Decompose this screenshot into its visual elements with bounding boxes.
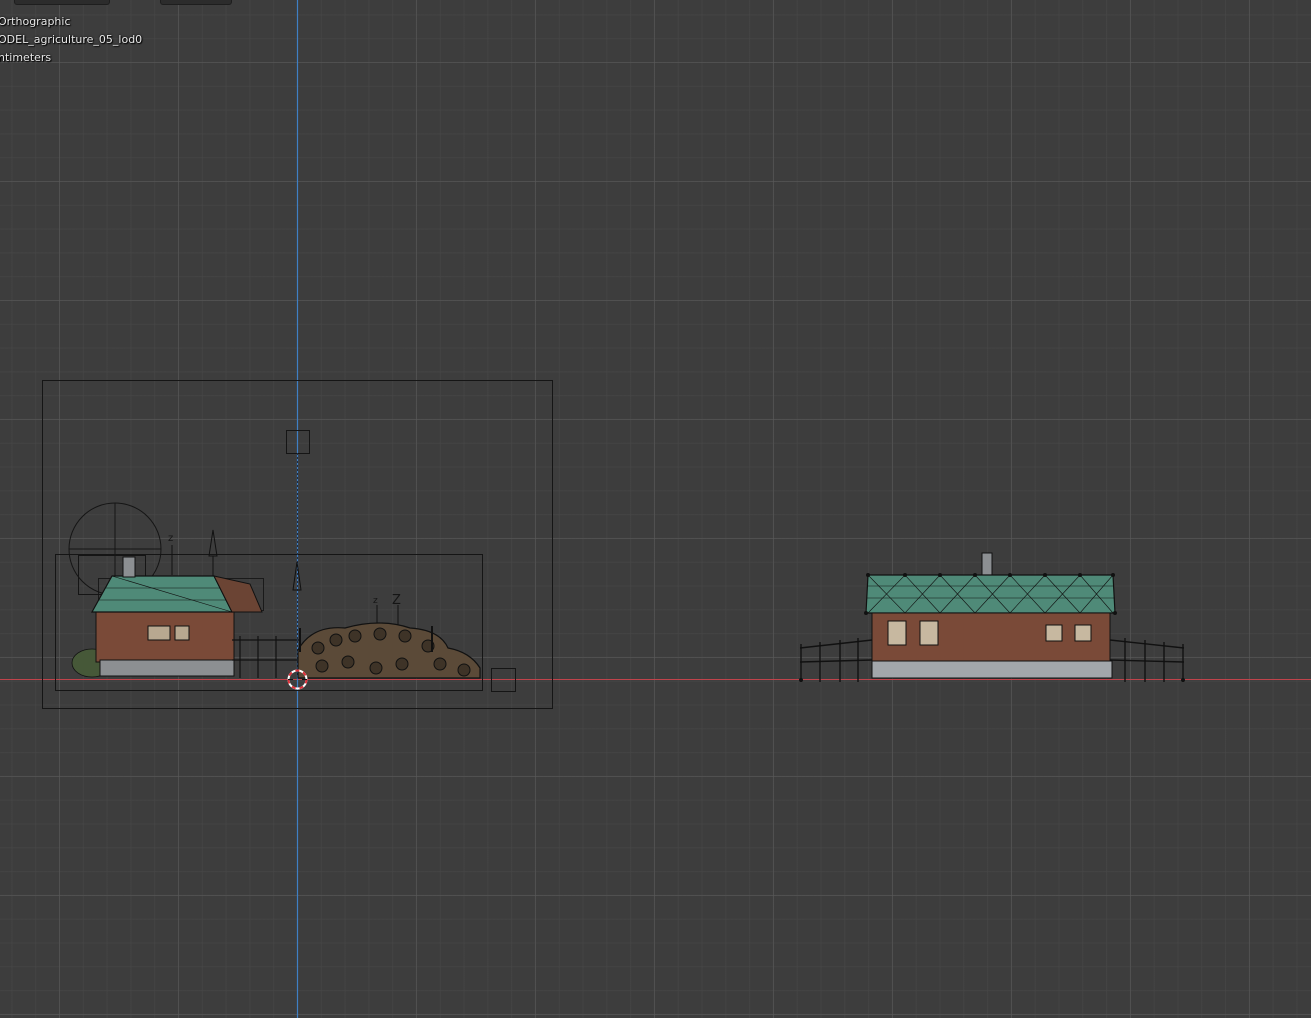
- scene-canvas[interactable]: z z Z: [0, 0, 1311, 1018]
- empty-label-mid-large: Z: [392, 593, 401, 608]
- 3d-viewport[interactable]: Orthographic ODEL_agriculture_05_lod0 nt…: [0, 0, 1311, 1018]
- left-house-model[interactable]: [71, 556, 481, 679]
- empty-label-mid-small: z: [373, 596, 378, 606]
- right-house-model[interactable]: [799, 552, 1185, 682]
- empty-label-left-small: z: [168, 533, 173, 544]
